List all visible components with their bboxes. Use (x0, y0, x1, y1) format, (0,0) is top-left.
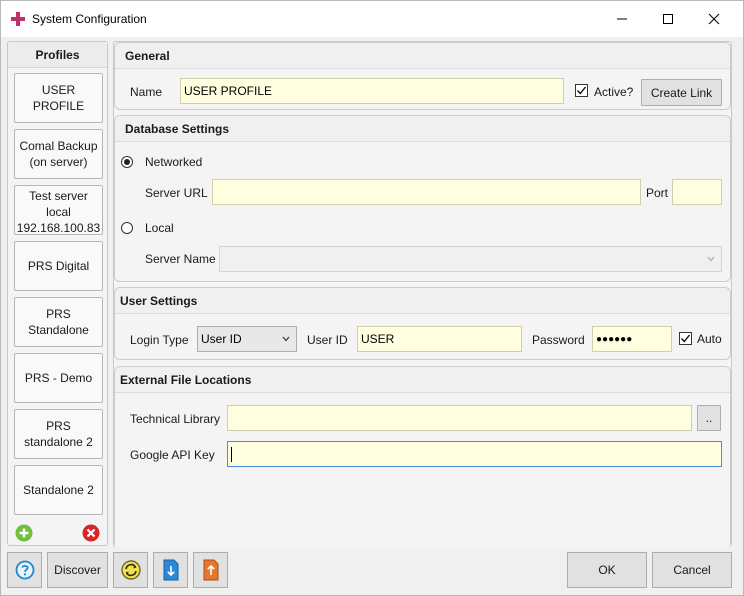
browse-button[interactable]: .. (697, 405, 721, 431)
text-cursor (231, 446, 232, 462)
name-input[interactable]: USER PROFILE (180, 78, 564, 104)
port-input[interactable] (672, 179, 722, 205)
external-file-locations-title: External File Locations (115, 367, 730, 393)
server-url-label: Server URL (145, 186, 208, 200)
networked-radio[interactable] (121, 156, 133, 168)
chevron-down-icon (707, 256, 715, 262)
password-input[interactable]: ●●●●●● (592, 326, 672, 352)
networked-label: Networked (145, 155, 203, 169)
login-type-dropdown[interactable]: User ID (197, 326, 297, 352)
close-icon (708, 13, 720, 25)
login-type-label: Login Type (130, 333, 189, 347)
chevron-down-icon (282, 336, 290, 342)
user-settings-title: User Settings (115, 288, 730, 314)
cancel-button[interactable]: Cancel (652, 552, 732, 588)
plus-circle-icon[interactable] (15, 524, 33, 542)
password-label: Password (532, 333, 585, 347)
local-label: Local (145, 221, 174, 235)
window-title: System Configuration (32, 12, 147, 26)
profile-item-prs-standalone[interactable]: PRS Standalone (14, 297, 103, 347)
active-checkbox[interactable] (575, 84, 588, 97)
title-bar: System Configuration (1, 1, 743, 37)
user-id-input[interactable]: USER (357, 326, 522, 352)
profiles-panel: Profiles USER PROFILE Comal Backup (on s… (7, 41, 108, 546)
name-label: Name (130, 85, 163, 99)
general-group: General Name USER PROFILE Active? Create… (114, 42, 731, 110)
local-radio[interactable] (121, 222, 133, 234)
google-api-key-input[interactable] (227, 441, 722, 467)
maximize-button[interactable] (645, 1, 691, 37)
help-button[interactable] (7, 552, 42, 588)
app-logo-icon (11, 12, 25, 26)
profile-item-test-server[interactable]: Test server local 192.168.100.83 (14, 185, 103, 235)
general-title: General (115, 43, 730, 69)
profile-item-comal-backup[interactable]: Comal Backup (on server) (14, 129, 103, 179)
active-label: Active? (594, 85, 634, 99)
server-url-input[interactable] (212, 179, 641, 205)
server-name-label: Server Name (145, 252, 216, 266)
external-file-locations-group: External File Locations Technical Librar… (114, 366, 731, 547)
google-api-key-label: Google API Key (130, 448, 215, 462)
auto-label: Auto (697, 332, 722, 346)
checkmark-icon (680, 334, 691, 343)
profile-item-prs-demo[interactable]: PRS - Demo (14, 353, 103, 403)
export-button[interactable] (193, 552, 228, 588)
minimize-icon (617, 18, 627, 20)
login-type-value: User ID (201, 332, 242, 346)
minimize-button[interactable] (599, 1, 645, 37)
user-id-label: User ID (307, 333, 348, 347)
port-label: Port (646, 186, 669, 200)
discover-button[interactable]: Discover (47, 552, 108, 588)
help-question-icon (15, 560, 34, 580)
system-configuration-window: System Configuration Profiles USER PROFI… (0, 0, 744, 596)
refresh-icon (120, 560, 141, 580)
ok-button[interactable]: OK (567, 552, 647, 588)
close-button[interactable] (691, 1, 737, 37)
import-button[interactable] (153, 552, 188, 588)
auto-checkbox[interactable] (679, 332, 692, 345)
technical-library-label: Technical Library (130, 412, 221, 426)
database-settings-title: Database Settings (115, 116, 730, 142)
refresh-button[interactable] (113, 552, 148, 588)
x-circle-icon[interactable] (82, 524, 100, 542)
profile-item-prs-standalone-2[interactable]: PRS standalone 2 (14, 409, 103, 459)
profile-item-prs-digital[interactable]: PRS Digital (14, 241, 103, 291)
database-settings-group: Database Settings Networked Server URL P… (114, 115, 731, 282)
profile-item-standalone-2[interactable]: Standalone 2 (14, 465, 103, 515)
server-name-dropdown[interactable] (219, 246, 722, 272)
technical-library-input[interactable] (227, 405, 692, 431)
maximize-icon (663, 14, 673, 24)
settings-panel: General Name USER PROFILE Active? Create… (113, 41, 732, 547)
create-link-button[interactable]: Create Link (641, 79, 722, 106)
export-upload-icon (203, 559, 218, 581)
user-settings-group: User Settings Login Type User ID User ID… (114, 287, 731, 360)
profile-item-user-profile[interactable]: USER PROFILE (14, 73, 103, 123)
profiles-header: Profiles (8, 42, 107, 68)
import-download-icon (163, 559, 178, 581)
checkmark-icon (576, 86, 587, 95)
